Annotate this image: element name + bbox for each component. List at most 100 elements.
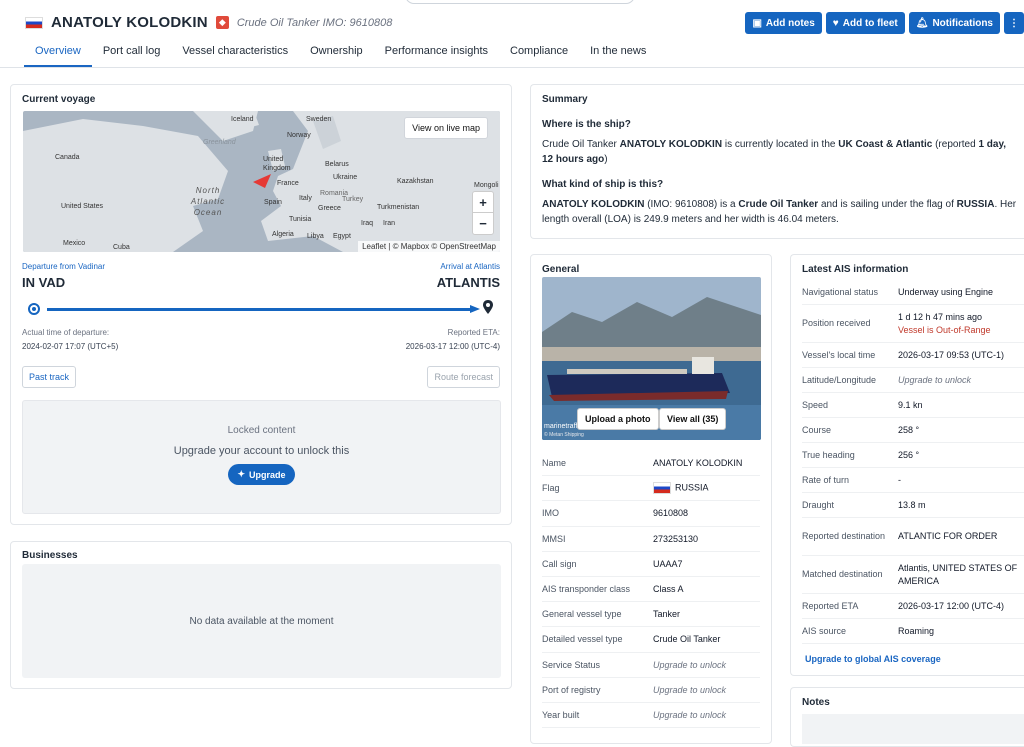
more-button[interactable]: ⋮ (1004, 12, 1024, 34)
map-label: Greece (318, 205, 341, 212)
map-label: Italy (299, 195, 312, 202)
upgrade-to-unlock-link[interactable]: Upgrade to unlock (653, 685, 726, 695)
row-label: Matched destination (802, 569, 883, 579)
out-of-range-warning: Vessel is Out-of-Range (898, 324, 991, 335)
add-notes-button[interactable]: ▣ Add notes (745, 12, 822, 34)
atd-value: 2024-02-07 17:07 (UTC+5) (22, 342, 119, 351)
tab-port-call-log[interactable]: Port call log (92, 44, 171, 67)
row-value: ATLANTIC FOR ORDER (898, 531, 998, 541)
summary-answer-type: ANATOLY KOLODKIN (IMO: 9610808) is a Cru… (542, 199, 1017, 225)
zoom-in-button[interactable]: + (473, 192, 493, 213)
map-label: United Kingdom (263, 156, 291, 172)
vessel-position-icon[interactable] (253, 174, 271, 188)
past-track-button[interactable]: Past track (22, 366, 77, 388)
row-label: Service Status (542, 659, 601, 670)
upgrade-to-unlock-link[interactable]: Upgrade to unlock (898, 374, 1018, 387)
map-label: Algeria (272, 231, 294, 238)
ais-row: Course 258 ° (802, 418, 1024, 443)
notes-area[interactable] (802, 714, 1024, 744)
voyage-map[interactable]: Iceland Sweden Norway Canada Greenland U… (23, 111, 500, 252)
row-label: AIS transponder class (542, 584, 631, 595)
row-value: Crude Oil Tanker (653, 634, 721, 645)
ais-row: Speed 9.1 kn (802, 393, 1024, 418)
general-row: Detailed vessel type Crude Oil Tanker (542, 627, 760, 653)
upgrade-button[interactable]: ✦ Upgrade (228, 464, 295, 485)
departure-label[interactable]: Departure from Vadinar (22, 262, 105, 271)
upload-photo-button[interactable]: Upload a photo (577, 408, 659, 430)
row-label: General vessel type (542, 609, 622, 620)
tab-compliance[interactable]: Compliance (499, 44, 579, 67)
row-value: RUSSIA (675, 482, 709, 493)
sparkle-icon: ✦ (237, 469, 246, 479)
row-label: Course (802, 424, 832, 435)
general-row: General vessel type Tanker (542, 602, 760, 628)
row-label: IMO (542, 508, 559, 519)
map-label: Tunisia (289, 216, 312, 223)
arrival-label[interactable]: Arrival at Atlantis (440, 262, 500, 271)
tab-overview[interactable]: Overview (24, 44, 92, 67)
add-to-fleet-button[interactable]: ♥ Add to fleet (825, 12, 905, 34)
tanker-icon: ◆ (215, 16, 229, 29)
row-value: Underway using Engine (898, 286, 994, 297)
map-label: Egypt (333, 233, 351, 240)
tab-vessel-characteristics[interactable]: Vessel characteristics (171, 44, 299, 67)
arrival-code: ATLANTIS (436, 275, 500, 290)
view-all-photos-button[interactable]: View all (35) (659, 408, 727, 430)
atd-label: Actual time of departure: (22, 328, 110, 337)
general-row: Flag RUSSIA (542, 476, 760, 502)
row-label: Flag (542, 483, 560, 494)
card-title: Notes (802, 697, 830, 708)
zoom-out-button[interactable]: − (473, 213, 493, 234)
ais-row: Vessel's local time 2026-03-17 09:53 (UTC… (802, 343, 1024, 368)
ais-row: Navigational status Underway using Engine (802, 280, 1024, 305)
ais-row: Position received 1 d 12 h 47 mins ago Ves… (802, 305, 1024, 343)
view-on-live-map-button[interactable]: View on live map (404, 117, 488, 139)
vessel-name: ANATOLY KOLODKIN (51, 14, 208, 31)
tab-in-the-news[interactable]: In the news (579, 44, 657, 67)
row-label: Name (542, 458, 567, 469)
upgrade-ais-coverage-link[interactable]: Upgrade to global AIS coverage (805, 654, 941, 664)
map-label: France (277, 180, 299, 187)
row-value: UAAA7 (653, 558, 683, 569)
ais-row: Reported ETA 2026-03-17 12:00 (UTC-4) (802, 594, 1024, 619)
ais-row: True heading 256 ° (802, 443, 1024, 468)
upgrade-to-unlock-link[interactable]: Upgrade to unlock (653, 710, 726, 720)
tab-ownership[interactable]: Ownership (299, 44, 374, 67)
upgrade-to-unlock-link[interactable]: Upgrade to unlock (653, 660, 726, 670)
map-label: Spain (264, 199, 282, 206)
route-forecast-button[interactable]: Route forecast (427, 366, 500, 388)
locked-title: Locked content (227, 425, 296, 436)
map-label: Turkey (342, 196, 364, 203)
zoom-controls: + − (472, 191, 494, 235)
general-row: AIS transponder class Class A (542, 577, 760, 603)
row-value: 256 ° (898, 449, 920, 460)
map-label: Sweden (306, 116, 332, 123)
tab-performance-insights[interactable]: Performance insights (374, 44, 499, 67)
bell-icon: 🔔︎ (915, 17, 929, 29)
card-title: Latest AIS information (802, 264, 909, 275)
row-value: Class A (653, 584, 684, 595)
vessel-photo[interactable]: marinetraffic © Metan Shipping Upload a … (542, 277, 761, 440)
row-value: 273253130 (653, 533, 699, 544)
ais-row: Rate of turn - (802, 468, 1024, 493)
general-card: General marinetraffic © Metan Shipping U… (530, 254, 772, 744)
row-value: Roaming (898, 625, 935, 636)
notes-card: Notes (790, 687, 1024, 747)
summary-question-type: What kind of ship is this? (542, 179, 664, 190)
row-label: Reported destination (802, 531, 886, 541)
map-label: Iraq (361, 220, 374, 227)
card-title: Summary (542, 94, 588, 105)
general-row: Service Status Upgrade to unlock (542, 653, 760, 678)
map-label: Cuba (113, 244, 130, 251)
map-label: United States (61, 203, 104, 210)
row-value: 9.1 kn (898, 399, 923, 410)
map-label: Ukraine (333, 174, 358, 181)
map-attribution[interactable]: Leaflet | © Mapbox © OpenStreetMap (358, 241, 500, 252)
row-label: Speed (802, 399, 829, 410)
row-value: ANATOLY KOLODKIN (653, 458, 743, 469)
row-label: Reported ETA (802, 600, 859, 611)
notifications-button[interactable]: 🔔︎ Notifications (908, 12, 1000, 34)
search-input[interactable] (405, 0, 635, 4)
general-row: Call sign UAAA7 (542, 552, 760, 577)
row-value: 258 ° (898, 424, 920, 435)
